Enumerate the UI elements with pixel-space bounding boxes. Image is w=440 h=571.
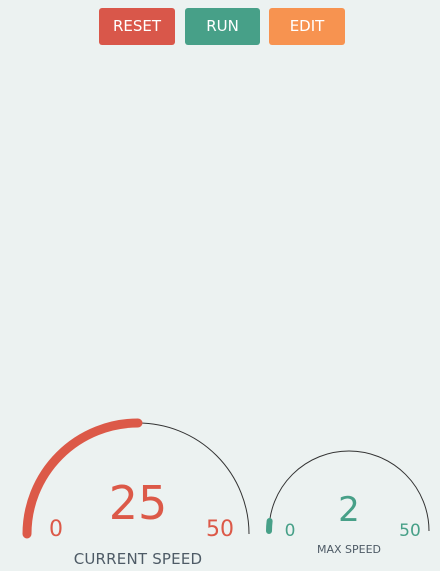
reset-button[interactable]: RESET — [99, 8, 175, 45]
edit-button[interactable]: EDIT — [269, 8, 345, 45]
max-speed-max-label: 50 — [399, 521, 421, 541]
max-speed-gauge: 2 0 50 MAX SPEED — [264, 450, 434, 571]
current-speed-min-label: 0 — [49, 517, 63, 542]
max-speed-min-label: 0 — [284, 521, 296, 541]
max-speed-label: MAX SPEED — [316, 543, 382, 556]
current-speed-gauge: 25 0 50 CURRENT SPEED — [20, 417, 256, 571]
current-speed-label: CURRENT SPEED — [73, 550, 203, 568]
current-speed-max-label: 50 — [206, 517, 234, 542]
current-speed-value: 25 — [108, 476, 168, 530]
run-button[interactable]: RUN — [185, 8, 260, 45]
max-speed-value: 2 — [338, 490, 360, 530]
max-speed-fill — [265, 517, 273, 534]
toolbar: RESET RUN EDIT — [0, 8, 440, 45]
